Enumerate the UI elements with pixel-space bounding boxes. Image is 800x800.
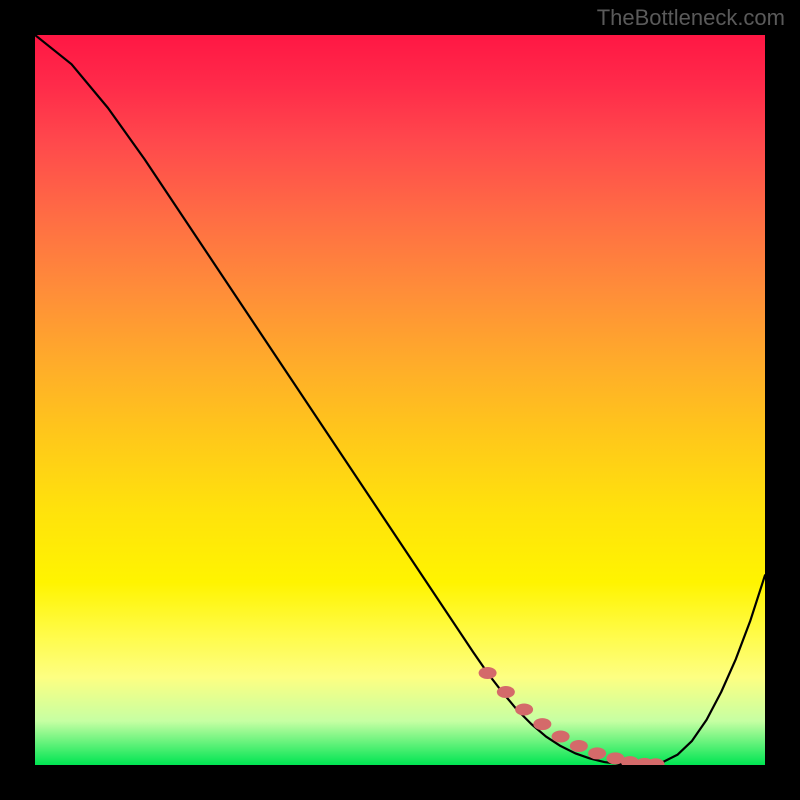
plot-area (35, 35, 765, 765)
watermark-text: TheBottleneck.com (597, 5, 785, 31)
gradient-background (35, 35, 765, 765)
